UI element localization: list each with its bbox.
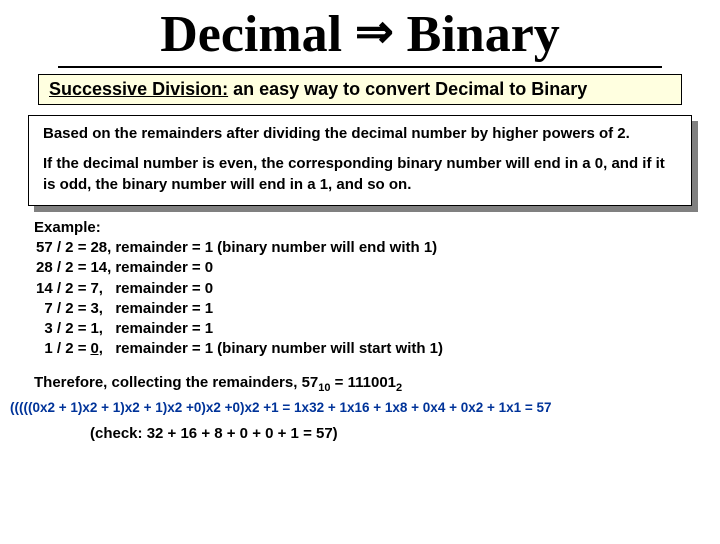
quotient: 7, xyxy=(88,279,113,299)
remainder-value: = 1 xyxy=(190,238,215,258)
example-block: Example: 57 / 2 =28, remainder= 1(binary… xyxy=(34,218,686,360)
formula-line: (((((0x2 + 1)x2 + 1)x2 + 1)x2 +0)x2 +0)x… xyxy=(10,400,710,415)
division-lhs: 1 / 2 = xyxy=(34,339,88,359)
remainder-note xyxy=(215,279,445,299)
table-row: 1 / 2 =0, remainder= 1(binary number wil… xyxy=(34,339,445,359)
quotient: 28, xyxy=(88,238,113,258)
page-title: Decimal ⇒ Binary xyxy=(0,4,720,64)
remainder-value: = 1 xyxy=(190,319,215,339)
remainder-label: remainder xyxy=(113,319,190,339)
remainder-note: (binary number will start with 1) xyxy=(215,339,445,359)
table-row: 14 / 2 =7, remainder= 0 xyxy=(34,279,445,299)
table-row: 7 / 2 =3, remainder= 1 xyxy=(34,299,445,319)
quotient: 1, xyxy=(88,319,113,339)
remainder-value: = 1 xyxy=(190,339,215,359)
table-row: 57 / 2 =28, remainder= 1(binary number w… xyxy=(34,238,445,258)
info-box-content: Based on the remainders after dividing t… xyxy=(28,115,692,206)
arrow-icon: ⇒ xyxy=(355,5,394,57)
division-lhs: 14 / 2 = xyxy=(34,279,88,299)
info-p2: If the decimal number is even, the corre… xyxy=(43,154,677,195)
remainder-note xyxy=(215,258,445,278)
therefore-pre: Therefore, collecting the remainders, 57 xyxy=(34,374,318,391)
remainder-label: remainder xyxy=(113,238,190,258)
subtitle-box: Successive Division: an easy way to conv… xyxy=(38,74,682,105)
quotient: 14, xyxy=(88,258,113,278)
example-heading: Example: xyxy=(34,218,686,238)
remainder-note xyxy=(215,319,445,339)
check-line: (check: 32 + 16 + 8 + 0 + 0 + 1 = 57) xyxy=(90,425,686,442)
division-lhs: 7 / 2 = xyxy=(34,299,88,319)
division-lhs: 28 / 2 = xyxy=(34,258,88,278)
remainder-note xyxy=(215,299,445,319)
example-table: 57 / 2 =28, remainder= 1(binary number w… xyxy=(34,238,445,360)
therefore-mid: = 111001 xyxy=(331,374,397,391)
therefore-sub1: 10 xyxy=(318,382,330,394)
remainder-label: remainder xyxy=(113,258,190,278)
title-left: Decimal xyxy=(160,6,342,63)
quotient: 3, xyxy=(88,299,113,319)
division-lhs: 57 / 2 = xyxy=(34,238,88,258)
subtitle-label: Successive Division: xyxy=(49,79,228,99)
remainder-value: = 1 xyxy=(190,299,215,319)
therefore-sub2: 2 xyxy=(396,382,402,394)
division-lhs: 3 / 2 = xyxy=(34,319,88,339)
remainder-label: remainder xyxy=(113,339,190,359)
quotient: 0, xyxy=(88,339,113,359)
therefore-line: Therefore, collecting the remainders, 57… xyxy=(34,374,686,394)
remainder-label: remainder xyxy=(113,299,190,319)
title-underline xyxy=(58,66,662,68)
table-row: 28 / 2 =14, remainder= 0 xyxy=(34,258,445,278)
title-right: Binary xyxy=(407,6,560,63)
remainder-value: = 0 xyxy=(190,279,215,299)
subtitle-rest: an easy way to convert Decimal to Binary xyxy=(228,79,587,99)
info-p1: Based on the remainders after dividing t… xyxy=(43,124,677,144)
remainder-value: = 0 xyxy=(190,258,215,278)
remainder-label: remainder xyxy=(113,279,190,299)
remainder-note: (binary number will end with 1) xyxy=(215,238,445,258)
info-box: Based on the remainders after dividing t… xyxy=(28,115,692,206)
table-row: 3 / 2 =1, remainder= 1 xyxy=(34,319,445,339)
